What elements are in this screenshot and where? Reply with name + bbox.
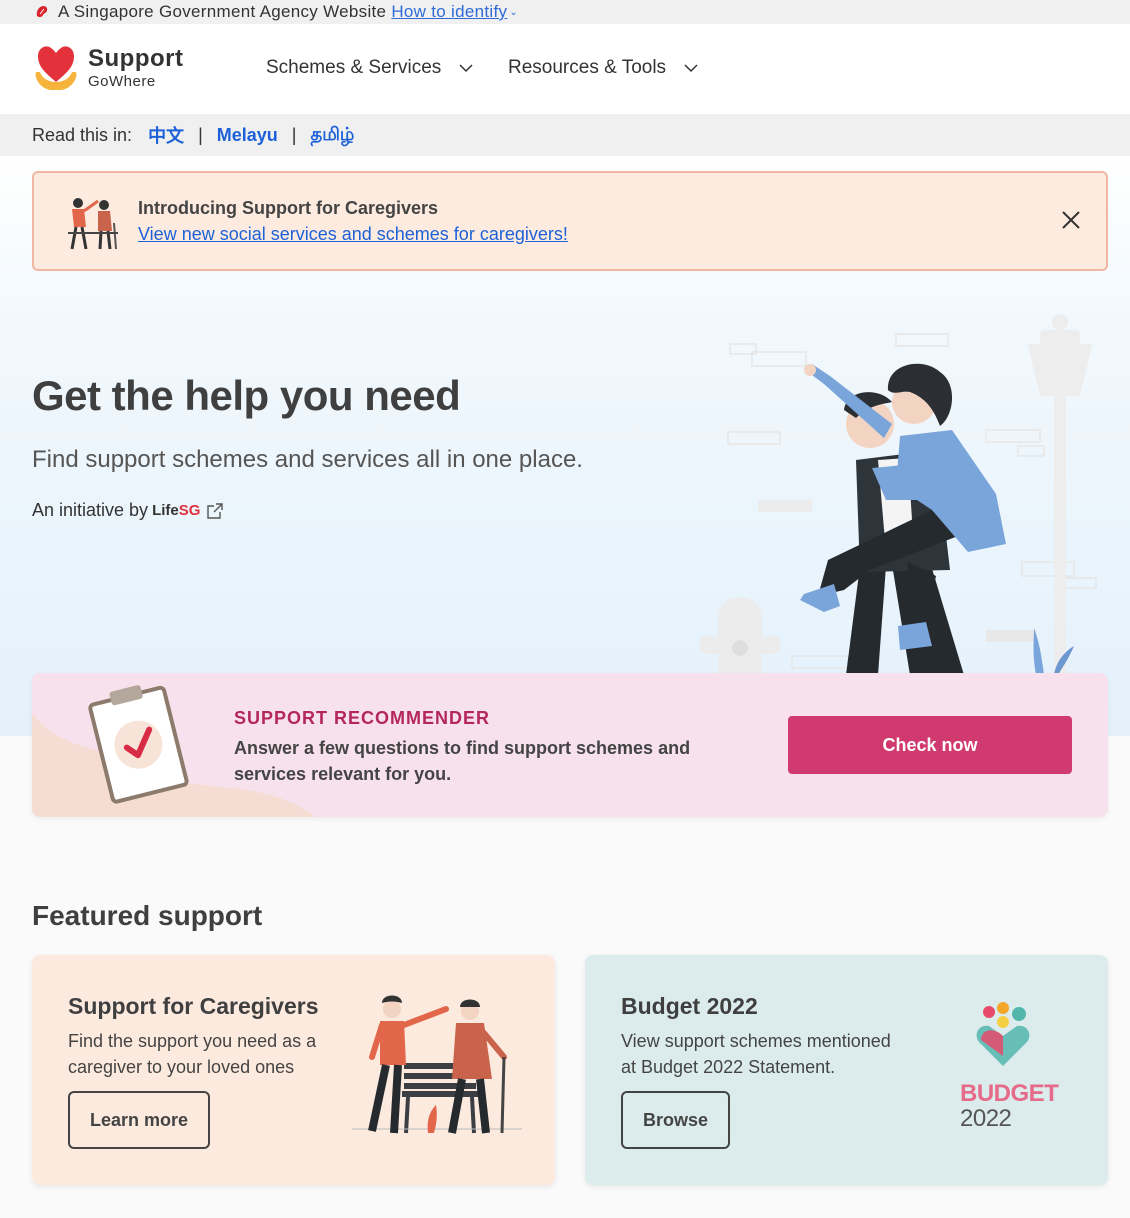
nav-resources-tools[interactable]: Resources & Tools	[508, 57, 698, 79]
card-title: Budget 2022	[621, 993, 758, 1019]
language-link-chinese[interactable]: 中文	[148, 122, 184, 148]
heart-hands-logo-icon	[35, 46, 77, 90]
lifesg-logo-sg[interactable]: SG	[179, 502, 201, 519]
card-description: Find the support you need as a caregiver…	[68, 1031, 317, 1077]
brand-name: Support	[88, 45, 184, 72]
recommender-description: Answer a few questions to find support s…	[234, 738, 691, 784]
language-bar: Read this in: 中文 | Melayu | தமிழ்	[0, 114, 1130, 156]
learn-more-button[interactable]: Learn more	[68, 1091, 211, 1149]
recommender-title: SUPPORT RECOMMENDER	[234, 708, 491, 728]
lion-head-icon	[36, 6, 48, 18]
budget-2022-feature-card: Budget 2022 View support schemes mention…	[585, 955, 1108, 1185]
caregivers-bench-illustration	[352, 995, 522, 1134]
notice-title: Introducing Support for Caregivers	[138, 198, 439, 218]
budget-2022-logo-icon	[976, 1002, 1030, 1066]
initiative-prefix: An initiative by	[32, 500, 149, 520]
language-link-malay[interactable]: Melayu	[217, 125, 278, 146]
browse-button[interactable]: Browse	[621, 1091, 731, 1149]
chevron-down-icon[interactable]: ⌄	[509, 7, 518, 18]
how-to-identify-link[interactable]: How to identify	[391, 2, 507, 22]
check-now-button[interactable]: Check now	[788, 716, 1072, 774]
nav-label: Resources & Tools	[508, 57, 667, 78]
card-description: View support schemes mentioned at Budget…	[621, 1031, 891, 1077]
budget-logo-text: BUDGET	[960, 1080, 1059, 1107]
hero-title: Get the help you need	[32, 372, 461, 419]
chevron-down-icon	[684, 64, 698, 73]
lifesg-logo-life[interactable]: Life	[152, 502, 179, 519]
notice-link[interactable]: View new social services and schemes for…	[138, 224, 568, 245]
site-header: Support GoWhere Schemes & Services Resou…	[0, 24, 1130, 114]
featured-section-title: Featured support	[32, 900, 263, 931]
caregivers-illustration-icon	[68, 198, 118, 250]
initiative-line: An initiative by Life SG	[32, 500, 224, 521]
clipboard-checkmark-icon	[88, 685, 189, 804]
chevron-down-icon	[459, 64, 473, 73]
brand-subname: GoWhere	[88, 73, 156, 90]
separator: |	[291, 124, 297, 145]
caregivers-feature-card: Support for Caregivers Find the support …	[32, 955, 555, 1185]
language-link-tamil[interactable]: தமிழ்	[310, 124, 354, 147]
nav-label: Schemes & Services	[266, 57, 442, 78]
close-icon[interactable]	[1060, 209, 1082, 231]
piggyback-couple-illustration	[700, 314, 1097, 675]
budget-logo-year: 2022	[960, 1105, 1012, 1132]
masthead-text: A Singapore Government Agency Website	[58, 2, 387, 21]
nav-schemes-services[interactable]: Schemes & Services	[266, 57, 473, 79]
card-title: Support for Caregivers	[68, 993, 319, 1019]
supportgowhere-logo[interactable]: Support GoWhere	[32, 42, 192, 96]
hero-subtitle: Find support schemes and services all in…	[32, 446, 583, 473]
external-link-icon[interactable]	[206, 502, 224, 520]
separator: |	[198, 124, 203, 145]
gov-masthead: A Singapore Government Agency Website Ho…	[0, 0, 1130, 24]
caregiver-notice-banner: Introducing Support for Caregivers View …	[32, 171, 1108, 271]
support-recommender-card: SUPPORT RECOMMENDER Answer a few questio…	[32, 673, 1108, 817]
language-label: Read this in:	[32, 124, 133, 145]
